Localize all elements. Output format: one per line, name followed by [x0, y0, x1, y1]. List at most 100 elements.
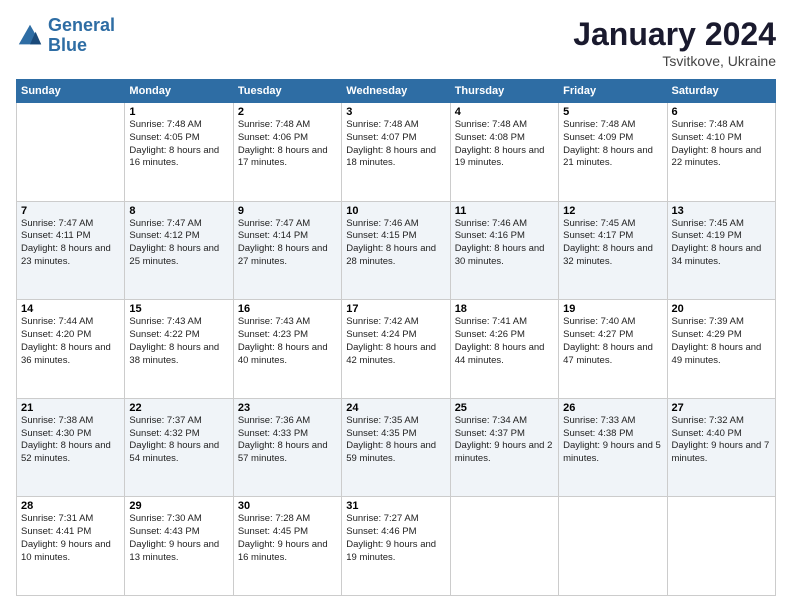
- day-number: 10: [346, 205, 445, 217]
- day-info: Sunrise: 7:47 AMSunset: 4:14 PMDaylight:…: [238, 218, 337, 269]
- day-info: Sunrise: 7:48 AMSunset: 4:07 PMDaylight:…: [346, 119, 445, 170]
- calendar-cell: [450, 497, 558, 596]
- header: General Blue January 2024 Tsvitkove, Ukr…: [16, 16, 776, 69]
- calendar-header-wednesday: Wednesday: [342, 80, 450, 103]
- calendar-cell: 22Sunrise: 7:37 AMSunset: 4:32 PMDayligh…: [125, 398, 233, 497]
- calendar-cell: 1Sunrise: 7:48 AMSunset: 4:05 PMDaylight…: [125, 103, 233, 202]
- calendar-cell: 20Sunrise: 7:39 AMSunset: 4:29 PMDayligh…: [667, 300, 775, 399]
- day-number: 6: [672, 106, 771, 118]
- day-number: 28: [21, 500, 120, 512]
- day-number: 7: [21, 205, 120, 217]
- calendar-cell: 12Sunrise: 7:45 AMSunset: 4:17 PMDayligh…: [559, 201, 667, 300]
- day-info: Sunrise: 7:46 AMSunset: 4:15 PMDaylight:…: [346, 218, 445, 269]
- day-info: Sunrise: 7:38 AMSunset: 4:30 PMDaylight:…: [21, 415, 120, 466]
- title-block: January 2024 Tsvitkove, Ukraine: [573, 16, 776, 69]
- day-info: Sunrise: 7:44 AMSunset: 4:20 PMDaylight:…: [21, 316, 120, 367]
- calendar-table: SundayMondayTuesdayWednesdayThursdayFrid…: [16, 79, 776, 596]
- day-number: 21: [21, 402, 120, 414]
- day-number: 5: [563, 106, 662, 118]
- calendar-cell: 3Sunrise: 7:48 AMSunset: 4:07 PMDaylight…: [342, 103, 450, 202]
- calendar-cell: 19Sunrise: 7:40 AMSunset: 4:27 PMDayligh…: [559, 300, 667, 399]
- day-number: 15: [129, 303, 228, 315]
- day-info: Sunrise: 7:46 AMSunset: 4:16 PMDaylight:…: [455, 218, 554, 269]
- calendar-cell: 4Sunrise: 7:48 AMSunset: 4:08 PMDaylight…: [450, 103, 558, 202]
- day-info: Sunrise: 7:48 AMSunset: 4:05 PMDaylight:…: [129, 119, 228, 170]
- day-info: Sunrise: 7:48 AMSunset: 4:09 PMDaylight:…: [563, 119, 662, 170]
- calendar-cell: [667, 497, 775, 596]
- day-info: Sunrise: 7:48 AMSunset: 4:06 PMDaylight:…: [238, 119, 337, 170]
- calendar-cell: 17Sunrise: 7:42 AMSunset: 4:24 PMDayligh…: [342, 300, 450, 399]
- calendar-cell: 25Sunrise: 7:34 AMSunset: 4:37 PMDayligh…: [450, 398, 558, 497]
- day-number: 11: [455, 205, 554, 217]
- day-info: Sunrise: 7:30 AMSunset: 4:43 PMDaylight:…: [129, 513, 228, 564]
- calendar-header-row: SundayMondayTuesdayWednesdayThursdayFrid…: [17, 80, 776, 103]
- day-info: Sunrise: 7:47 AMSunset: 4:12 PMDaylight:…: [129, 218, 228, 269]
- day-number: 30: [238, 500, 337, 512]
- day-info: Sunrise: 7:32 AMSunset: 4:40 PMDaylight:…: [672, 415, 771, 466]
- day-number: 12: [563, 205, 662, 217]
- day-number: 16: [238, 303, 337, 315]
- logo: General Blue: [16, 16, 115, 56]
- day-info: Sunrise: 7:40 AMSunset: 4:27 PMDaylight:…: [563, 316, 662, 367]
- calendar-cell: 26Sunrise: 7:33 AMSunset: 4:38 PMDayligh…: [559, 398, 667, 497]
- calendar-header-thursday: Thursday: [450, 80, 558, 103]
- page: General Blue January 2024 Tsvitkove, Ukr…: [0, 0, 792, 612]
- day-info: Sunrise: 7:33 AMSunset: 4:38 PMDaylight:…: [563, 415, 662, 466]
- calendar-cell: 29Sunrise: 7:30 AMSunset: 4:43 PMDayligh…: [125, 497, 233, 596]
- calendar-header-sunday: Sunday: [17, 80, 125, 103]
- calendar-week-3: 21Sunrise: 7:38 AMSunset: 4:30 PMDayligh…: [17, 398, 776, 497]
- day-number: 24: [346, 402, 445, 414]
- calendar-cell: 8Sunrise: 7:47 AMSunset: 4:12 PMDaylight…: [125, 201, 233, 300]
- day-info: Sunrise: 7:28 AMSunset: 4:45 PMDaylight:…: [238, 513, 337, 564]
- location-subtitle: Tsvitkove, Ukraine: [573, 53, 776, 69]
- logo-line1: General: [48, 15, 115, 35]
- day-info: Sunrise: 7:43 AMSunset: 4:22 PMDaylight:…: [129, 316, 228, 367]
- day-info: Sunrise: 7:39 AMSunset: 4:29 PMDaylight:…: [672, 316, 771, 367]
- calendar-cell: 21Sunrise: 7:38 AMSunset: 4:30 PMDayligh…: [17, 398, 125, 497]
- calendar-cell: 14Sunrise: 7:44 AMSunset: 4:20 PMDayligh…: [17, 300, 125, 399]
- day-number: 1: [129, 106, 228, 118]
- calendar-cell: [559, 497, 667, 596]
- day-info: Sunrise: 7:45 AMSunset: 4:19 PMDaylight:…: [672, 218, 771, 269]
- calendar-cell: 18Sunrise: 7:41 AMSunset: 4:26 PMDayligh…: [450, 300, 558, 399]
- calendar-cell: 10Sunrise: 7:46 AMSunset: 4:15 PMDayligh…: [342, 201, 450, 300]
- calendar-header-saturday: Saturday: [667, 80, 775, 103]
- calendar-cell: 6Sunrise: 7:48 AMSunset: 4:10 PMDaylight…: [667, 103, 775, 202]
- calendar-header-monday: Monday: [125, 80, 233, 103]
- calendar-week-0: 1Sunrise: 7:48 AMSunset: 4:05 PMDaylight…: [17, 103, 776, 202]
- day-info: Sunrise: 7:47 AMSunset: 4:11 PMDaylight:…: [21, 218, 120, 269]
- day-number: 20: [672, 303, 771, 315]
- day-number: 31: [346, 500, 445, 512]
- calendar-header-friday: Friday: [559, 80, 667, 103]
- day-info: Sunrise: 7:45 AMSunset: 4:17 PMDaylight:…: [563, 218, 662, 269]
- day-number: 19: [563, 303, 662, 315]
- calendar-cell: 11Sunrise: 7:46 AMSunset: 4:16 PMDayligh…: [450, 201, 558, 300]
- calendar-cell: 27Sunrise: 7:32 AMSunset: 4:40 PMDayligh…: [667, 398, 775, 497]
- calendar-cell: 23Sunrise: 7:36 AMSunset: 4:33 PMDayligh…: [233, 398, 341, 497]
- calendar-cell: 9Sunrise: 7:47 AMSunset: 4:14 PMDaylight…: [233, 201, 341, 300]
- day-number: 14: [21, 303, 120, 315]
- day-number: 26: [563, 402, 662, 414]
- day-info: Sunrise: 7:48 AMSunset: 4:10 PMDaylight:…: [672, 119, 771, 170]
- calendar-week-4: 28Sunrise: 7:31 AMSunset: 4:41 PMDayligh…: [17, 497, 776, 596]
- day-info: Sunrise: 7:41 AMSunset: 4:26 PMDaylight:…: [455, 316, 554, 367]
- calendar-cell: 7Sunrise: 7:47 AMSunset: 4:11 PMDaylight…: [17, 201, 125, 300]
- calendar-cell: 30Sunrise: 7:28 AMSunset: 4:45 PMDayligh…: [233, 497, 341, 596]
- day-number: 22: [129, 402, 228, 414]
- logo-text: General Blue: [48, 16, 115, 56]
- day-number: 27: [672, 402, 771, 414]
- calendar-week-1: 7Sunrise: 7:47 AMSunset: 4:11 PMDaylight…: [17, 201, 776, 300]
- day-info: Sunrise: 7:43 AMSunset: 4:23 PMDaylight:…: [238, 316, 337, 367]
- day-info: Sunrise: 7:42 AMSunset: 4:24 PMDaylight:…: [346, 316, 445, 367]
- day-number: 13: [672, 205, 771, 217]
- logo-line2: Blue: [48, 35, 87, 55]
- calendar-cell: 31Sunrise: 7:27 AMSunset: 4:46 PMDayligh…: [342, 497, 450, 596]
- day-number: 17: [346, 303, 445, 315]
- calendar-cell: 28Sunrise: 7:31 AMSunset: 4:41 PMDayligh…: [17, 497, 125, 596]
- calendar-cell: [17, 103, 125, 202]
- calendar-week-2: 14Sunrise: 7:44 AMSunset: 4:20 PMDayligh…: [17, 300, 776, 399]
- day-info: Sunrise: 7:37 AMSunset: 4:32 PMDaylight:…: [129, 415, 228, 466]
- calendar-cell: 16Sunrise: 7:43 AMSunset: 4:23 PMDayligh…: [233, 300, 341, 399]
- day-number: 29: [129, 500, 228, 512]
- day-number: 9: [238, 205, 337, 217]
